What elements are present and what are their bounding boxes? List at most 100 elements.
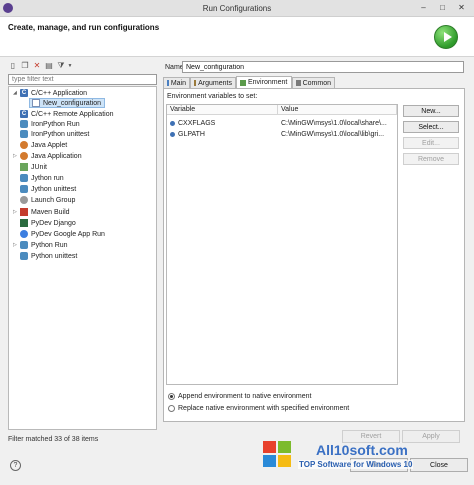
- main-tab-icon: [167, 80, 169, 86]
- tree-item-label: C/C++ Remote Application: [31, 110, 114, 118]
- tab-environment[interactable]: Environment: [236, 76, 292, 88]
- junit-icon: [20, 163, 28, 171]
- tree-item-label: New_configuration: [43, 99, 101, 107]
- filter-input[interactable]: [8, 74, 157, 85]
- select-button[interactable]: Select...: [403, 121, 459, 133]
- windows-logo-icon: [263, 441, 293, 467]
- table-row[interactable]: GLPATH C:\MinGW\msys\1.0\local\lib\gri..…: [167, 130, 397, 140]
- expander-icon[interactable]: ◢: [13, 90, 17, 96]
- header-title: Create, manage, and run configurations: [8, 23, 160, 32]
- tree-item-cpp-remote-application[interactable]: C C/C++ Remote Application: [20, 109, 114, 119]
- column-header-value[interactable]: Value: [278, 105, 397, 115]
- column-header-variable[interactable]: Variable: [167, 105, 278, 115]
- env-vars-label: Environment variables to set:: [167, 93, 258, 100]
- python-icon: [20, 252, 28, 260]
- tab-label: Main: [170, 79, 186, 87]
- environment-panel: Environment variables to set: Variable V…: [163, 88, 465, 422]
- radio-label: Append environment to native environment: [178, 393, 312, 400]
- expander-icon[interactable]: ▷: [13, 153, 17, 159]
- tree-item-jython-run[interactable]: Jython run: [20, 173, 64, 183]
- variable-icon: [170, 131, 175, 137]
- tab-common[interactable]: Common: [292, 77, 335, 88]
- tree-item-python-unittest[interactable]: Python unittest: [20, 251, 77, 261]
- python-icon: [20, 185, 28, 193]
- name-input[interactable]: [182, 61, 464, 73]
- tree-item-label: PyDev Django: [31, 219, 76, 227]
- tree-item-label: Python unittest: [31, 252, 78, 260]
- tree-item-ironpython-unittest[interactable]: IronPython unittest: [20, 129, 89, 139]
- tree-item-label: Python Run: [31, 241, 68, 249]
- tree-item-new-configuration[interactable]: New_configuration: [29, 98, 105, 108]
- tab-main[interactable]: Main: [163, 77, 190, 88]
- tree-item-ironpython-run[interactable]: IronPython Run: [20, 119, 80, 129]
- tree-item-cpp-application[interactable]: ◢ C C/C++ Application: [13, 88, 88, 98]
- close-button[interactable]: Close: [410, 458, 468, 472]
- tree-item-label: Jython unittest: [31, 185, 77, 193]
- tab-arguments[interactable]: Arguments: [190, 77, 236, 88]
- apply-button[interactable]: Apply: [402, 430, 460, 443]
- tab-label: Common: [302, 79, 331, 87]
- tree-item-label: Java Application: [31, 152, 82, 160]
- tree-item-label: Jython run: [31, 174, 64, 182]
- expander-icon[interactable]: ▷: [13, 242, 17, 248]
- new-config-icon[interactable]: ▯: [8, 61, 18, 71]
- edit-button[interactable]: Edit...: [403, 137, 459, 149]
- tree-item-label: PyDev Google App Run: [31, 230, 105, 238]
- c-icon: C: [20, 110, 28, 118]
- tree-item-label: Java Applet: [31, 141, 68, 149]
- new-button[interactable]: New...: [403, 105, 459, 117]
- variable-name: CXXFLAGS: [178, 120, 216, 127]
- tree-item-label: IronPython Run: [31, 120, 80, 128]
- dialog-header: Create, manage, and run configurations: [0, 17, 474, 57]
- collapse-all-icon[interactable]: ▤: [44, 61, 54, 71]
- radio-checked-icon: [168, 393, 175, 400]
- tab-label: Arguments: [198, 79, 232, 87]
- tree-item-python-run[interactable]: ▷ Python Run: [13, 240, 68, 250]
- radio-label: Replace native environment with specifie…: [178, 405, 350, 412]
- config-icon: [32, 99, 40, 107]
- variable-cell: GLPATH: [170, 130, 275, 140]
- minimize-button[interactable]: –: [418, 3, 429, 13]
- maven-icon: [20, 208, 28, 216]
- value-cell: C:\MinGW\msys\1.0\local\share\...: [281, 120, 387, 127]
- window-title: Run Configurations: [202, 4, 272, 13]
- replace-environment-radio[interactable]: Replace native environment with specifie…: [168, 405, 349, 412]
- django-icon: [20, 219, 28, 227]
- variable-cell: CXXFLAGS: [170, 119, 275, 129]
- configuration-tree: ◢ C C/C++ Application New_configuration …: [8, 86, 157, 430]
- tree-item-pydev-google-app-run[interactable]: PyDev Google App Run: [20, 229, 105, 239]
- close-window-button[interactable]: ✕: [456, 3, 467, 13]
- tree-item-label: C/C++ Application: [31, 89, 88, 97]
- tree-item-pydev-django[interactable]: PyDev Django: [20, 218, 76, 228]
- help-icon[interactable]: ?: [10, 460, 21, 471]
- arguments-tab-icon: [194, 80, 197, 86]
- delete-icon[interactable]: ✕: [32, 61, 42, 71]
- common-tab-icon: [296, 80, 301, 86]
- duplicate-icon[interactable]: ❐: [20, 61, 30, 71]
- tree-item-jython-unittest[interactable]: Jython unittest: [20, 184, 76, 194]
- google-app-engine-icon: [20, 230, 28, 238]
- env-vars-table: Variable Value CXXFLAGS C:\MinGW\msys\1.…: [166, 104, 398, 385]
- value-cell: C:\MinGW\msys\1.0\local\lib\gri...: [281, 131, 385, 138]
- python-icon: [20, 174, 28, 182]
- python-icon: [20, 241, 28, 249]
- tree-item-junit[interactable]: JUnit: [20, 162, 47, 172]
- tree-item-java-application[interactable]: ▷ Java Application: [13, 151, 82, 161]
- environment-tab-icon: [240, 79, 246, 86]
- tree-item-maven-build[interactable]: ▷ Maven Build: [13, 207, 70, 217]
- filter-dropdown-icon[interactable]: ▼: [65, 61, 75, 71]
- table-row[interactable]: CXXFLAGS C:\MinGW\msys\1.0\local\share\.…: [167, 119, 397, 129]
- python-icon: [20, 130, 28, 138]
- tree-item-label: IronPython unittest: [31, 130, 90, 138]
- variable-icon: [170, 120, 175, 126]
- radio-unchecked-icon: [168, 405, 175, 412]
- maximize-button[interactable]: □: [437, 3, 448, 13]
- remove-button[interactable]: Remove: [403, 153, 459, 165]
- expander-icon[interactable]: ▷: [13, 209, 17, 215]
- tree-item-java-applet[interactable]: Java Applet: [20, 140, 67, 150]
- c-icon: C: [20, 89, 28, 97]
- java-icon: [20, 141, 28, 149]
- variable-name: GLPATH: [178, 131, 205, 138]
- append-environment-radio[interactable]: Append environment to native environment: [168, 393, 311, 400]
- tree-item-launch-group[interactable]: Launch Group: [20, 195, 75, 205]
